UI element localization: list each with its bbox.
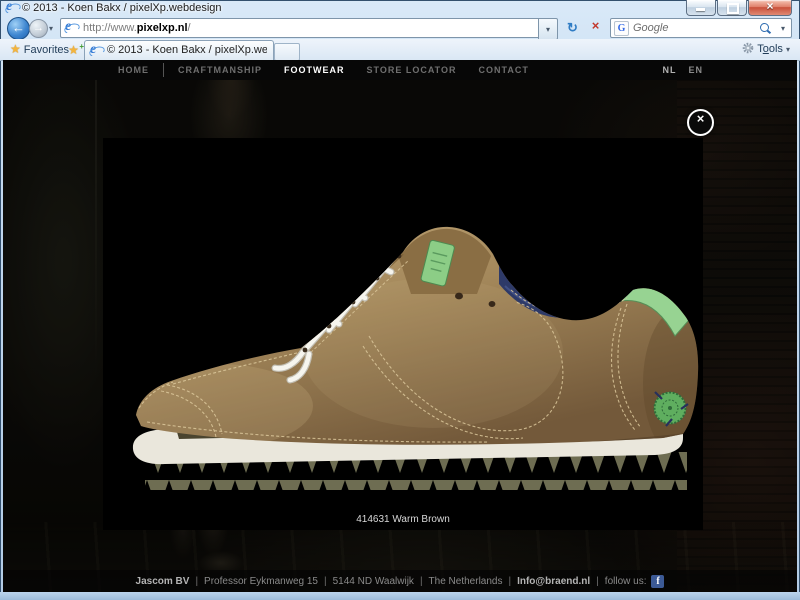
add-favorite-star-icon: ★ — [68, 43, 79, 57]
forward-button[interactable]: → — [29, 19, 48, 38]
footer-street: Professor Eykmanweg 15 — [204, 576, 318, 587]
maximize-icon — [727, 3, 739, 14]
facebook-icon[interactable]: f — [651, 575, 664, 588]
ie-logo-icon: e — [6, 2, 19, 15]
nav-item-home[interactable]: HOME — [118, 65, 149, 75]
address-toolbar: ← → ▾ e http://www.pixelxp.nl/ ▾ ↻ × G G… — [0, 16, 800, 39]
address-bar[interactable]: e http://www.pixelxp.nl/ — [60, 18, 540, 38]
product-lightbox: 414631 Warm Brown — [103, 138, 703, 530]
nav-item-contact[interactable]: CONTACT — [479, 65, 529, 75]
browser-window: e © 2013 - Koen Bakx / pixelXp.webdesign… — [0, 0, 800, 600]
address-dropdown-button[interactable]: ▾ — [538, 18, 558, 40]
nav-item-footwear[interactable]: FOOTWEAR — [284, 65, 345, 75]
favorites-star-icon: ★ — [10, 42, 21, 56]
close-window-button[interactable]: × — [748, 0, 792, 16]
product-caption: 414631 Warm Brown — [103, 514, 703, 525]
favorites-button[interactable]: ★Favorites — [8, 41, 75, 58]
refresh-button[interactable]: ↻ — [562, 18, 583, 38]
footer-follow-label: follow us: — [605, 576, 647, 587]
page-favicon: e — [65, 22, 78, 35]
tools-button[interactable]: Tools ▾ — [742, 41, 790, 58]
search-dropdown-icon[interactable]: ▾ — [781, 24, 785, 33]
minimize-icon — [696, 8, 705, 11]
site-navigation: HOME CRAFTMANSHIP FOOTWEAR STORE LOCATOR… — [3, 60, 797, 80]
history-dropdown-icon[interactable]: ▾ — [49, 24, 53, 33]
window-title: © 2013 - Koen Bakx / pixelXp.webdesign — [22, 2, 222, 14]
tab-title: © 2013 - Koen Bakx / pixelXp.webdesign — [107, 44, 267, 56]
new-tab-button[interactable] — [274, 43, 300, 61]
stop-button[interactable]: × — [585, 18, 606, 38]
shoe-image — [103, 138, 703, 530]
search-magnifier-icon[interactable] — [760, 23, 769, 32]
tools-dropdown-icon: ▾ — [786, 45, 790, 54]
add-favorite-button[interactable]: ★ + — [66, 41, 84, 58]
nav-item-store-locator[interactable]: STORE LOCATOR — [367, 65, 457, 75]
site-footer: Jascom BV | Professor Eykmanweg 15 | 514… — [3, 570, 797, 592]
url-text: http://www.pixelxp.nl/ — [83, 22, 191, 34]
footer-company: Jascom BV — [136, 576, 190, 587]
language-en[interactable]: EN — [688, 65, 703, 75]
active-tab[interactable]: e © 2013 - Koen Bakx / pixelXp.webdesign — [84, 40, 274, 61]
language-nl[interactable]: NL — [662, 65, 676, 75]
nav-item-craftmanship[interactable]: CRAFTMANSHIP — [178, 65, 262, 75]
maximize-button[interactable] — [717, 0, 747, 16]
tab-favicon: e — [90, 45, 103, 58]
window-frame-bottom — [0, 592, 800, 600]
tab-bar: ★Favorites ★ + e © 2013 - Koen Bakx / pi… — [0, 39, 800, 61]
lightbox-close-button[interactable]: × — [687, 109, 714, 136]
minimize-button[interactable] — [686, 0, 716, 16]
gear-icon — [742, 42, 754, 54]
window-controls: × — [685, 0, 792, 16]
google-logo-icon: G — [614, 21, 629, 36]
title-bar: e © 2013 - Koen Bakx / pixelXp.webdesign… — [0, 0, 800, 16]
back-button[interactable]: ← — [7, 17, 30, 40]
footer-country: The Netherlands — [429, 576, 503, 587]
footer-postcode: 5144 ND Waalwijk — [333, 576, 414, 587]
search-box[interactable]: G Google ▾ — [610, 18, 792, 38]
close-icon: × — [749, 0, 791, 13]
search-placeholder: Google — [633, 22, 668, 34]
footer-email[interactable]: Info@braend.nl — [517, 576, 590, 587]
page-viewport: HOME CRAFTMANSHIP FOOTWEAR STORE LOCATOR… — [3, 60, 797, 592]
language-switch: NL EN — [650, 60, 703, 80]
nav-separator — [163, 63, 164, 77]
